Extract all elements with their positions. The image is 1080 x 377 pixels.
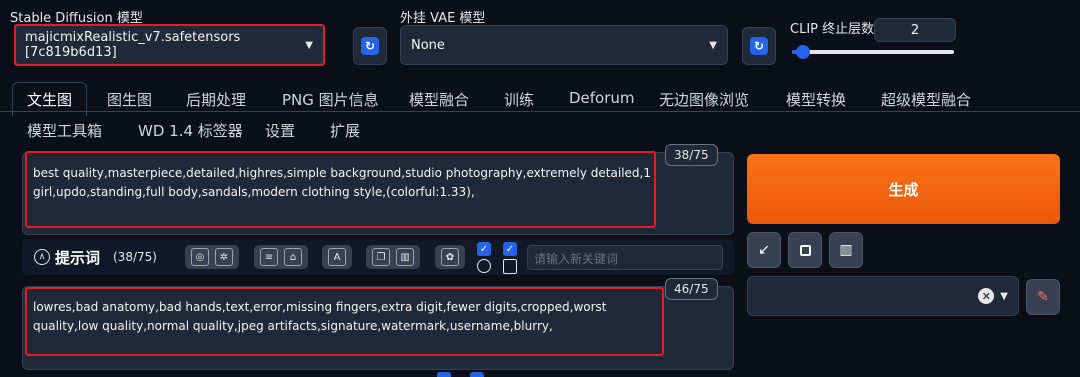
chevron-down-icon: ▼ xyxy=(709,39,717,51)
tab-deforum[interactable]: Deforum xyxy=(569,89,635,107)
partial-checkbox-2[interactable] xyxy=(470,372,484,377)
globe-icon[interactable]: ◎ xyxy=(191,248,209,266)
chevron-down-icon: ▼ xyxy=(1000,290,1008,302)
refresh-icon: ↻ xyxy=(750,37,768,55)
generate-button[interactable]: 生成 xyxy=(747,154,1060,224)
toolbar-group-1: ◎ ✲ xyxy=(185,245,239,269)
tab-wd-tagger[interactable]: WD 1.4 标签器 xyxy=(138,120,243,141)
tab-train[interactable]: 训练 xyxy=(504,89,534,110)
toolbar-title: 提示词 xyxy=(55,249,101,267)
openai-icon[interactable]: ✿ xyxy=(441,248,459,266)
clip-value: 2 xyxy=(910,22,920,38)
file-settings-icon[interactable]: ≡ xyxy=(260,248,278,266)
toolbar-group-2: ≡ ⌂ xyxy=(254,245,308,269)
vae-label: 外挂 VAE 模型 xyxy=(400,11,486,26)
clip-value-input[interactable]: 2 xyxy=(874,18,956,42)
tab-img2img[interactable]: 图生图 xyxy=(107,89,152,110)
paint-brush-button[interactable]: ✎ xyxy=(1026,279,1060,315)
tab-png-info[interactable]: PNG 图片信息 xyxy=(282,89,379,110)
tab-extensions[interactable]: 扩展 xyxy=(330,120,360,141)
negative-prompt-highlight xyxy=(25,287,664,356)
sd-model-highlight xyxy=(14,24,325,66)
keyword-input[interactable]: 请输入新关键词 xyxy=(527,245,723,270)
trash-icon[interactable]: ▥ xyxy=(396,248,414,266)
arrow-button[interactable]: ↙ xyxy=(747,232,781,268)
tab-super-merge[interactable]: 超级模型融合 xyxy=(881,89,971,110)
trash-icon: ▥ xyxy=(839,242,853,258)
tab-model-convert[interactable]: 模型转换 xyxy=(786,89,846,110)
positive-token-counter: 38/75 xyxy=(665,144,718,166)
copy-icon[interactable]: ❐ xyxy=(372,248,390,266)
tab-image-browser[interactable]: 无边图像浏览 xyxy=(659,89,749,110)
clear-icon[interactable]: ✕ xyxy=(978,288,995,304)
tab-model-toolkit[interactable]: 模型工具箱 xyxy=(27,120,102,141)
checkbox-1[interactable]: ✓ xyxy=(477,242,491,256)
clock-icon xyxy=(477,259,491,273)
panel-icon xyxy=(503,259,517,274)
square-button[interactable] xyxy=(788,232,822,268)
tab-settings[interactable]: 设置 xyxy=(265,120,295,141)
toolbar-group-5: ✿ xyxy=(435,245,465,269)
clip-slider-handle[interactable] xyxy=(796,45,810,59)
arrow-icon: ↙ xyxy=(758,242,770,258)
collapse-icon[interactable]: ∧ xyxy=(34,249,50,265)
toolbar-group-3: A xyxy=(322,245,352,269)
gear-icon[interactable]: ✲ xyxy=(215,248,233,266)
tab-extras[interactable]: 后期处理 xyxy=(186,89,246,110)
toolbar-group-4: ❐ ▥ xyxy=(366,245,420,269)
partial-checkbox-1[interactable] xyxy=(437,372,451,377)
tab-divider xyxy=(0,111,1080,112)
translate-icon[interactable]: A xyxy=(328,248,346,266)
refresh-icon: ↻ xyxy=(361,37,379,55)
vae-refresh-button[interactable]: ↻ xyxy=(742,27,776,65)
tab-merge[interactable]: 模型融合 xyxy=(409,89,469,110)
positive-prompt-highlight xyxy=(25,151,656,228)
clip-slider-track[interactable] xyxy=(792,50,954,54)
paint-brush-icon: ✎ xyxy=(1037,289,1049,305)
toolbar-token-count: (38/75) xyxy=(113,250,157,264)
vae-dropdown[interactable]: None ▼ xyxy=(400,25,728,65)
clip-label: CLIP 终止层数 xyxy=(790,22,875,37)
sd-model-refresh-button[interactable]: ↻ xyxy=(353,27,387,65)
square-icon xyxy=(799,244,811,256)
trash-button[interactable]: ▥ xyxy=(829,232,863,268)
vae-value: None xyxy=(411,37,445,53)
checkbox-2[interactable]: ✓ xyxy=(503,242,517,256)
style-dropdown[interactable]: ✕ ▼ xyxy=(747,276,1019,316)
bookmark-icon[interactable]: ⌂ xyxy=(284,248,302,266)
negative-token-counter: 46/75 xyxy=(665,278,718,300)
